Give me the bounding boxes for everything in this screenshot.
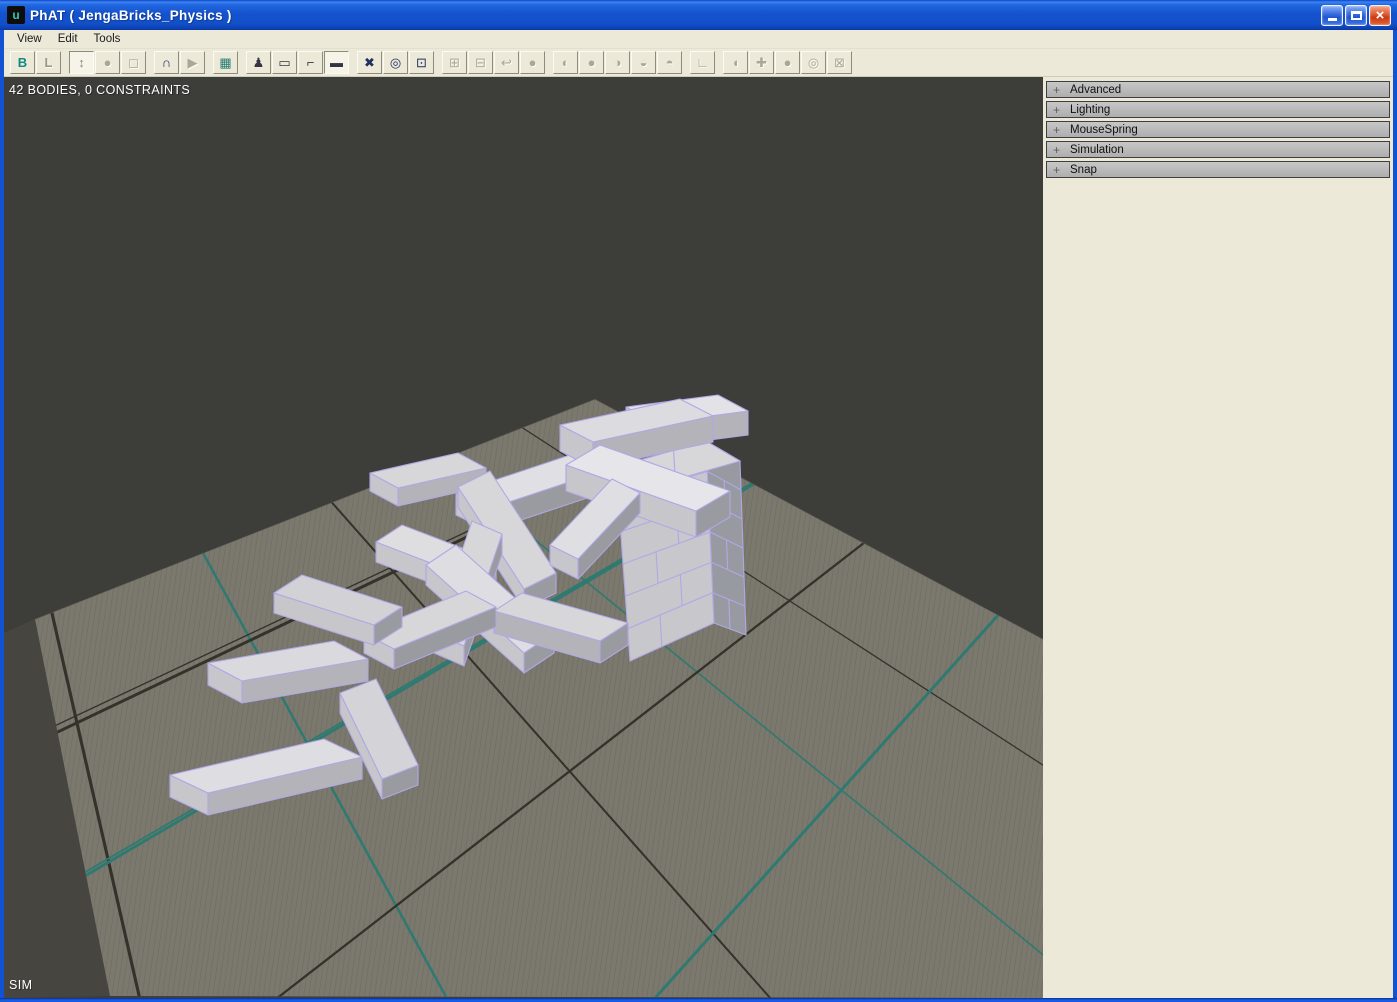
panel-section-advanced[interactable]: + Advanced xyxy=(1046,81,1390,98)
circle-bottom-button: ◒ xyxy=(631,51,656,74)
curl-arrow-button: ↩ xyxy=(494,51,519,74)
toolbar: B L ↕ ● ◻ ∩ ▶ ▦ ♟ ▭ ⌐ ▬ ✖ ◎ ⊡ ⊞ ⊟ ↩ ● ◐ ● ◑ ◒ ◓ ∟ ◖ ✚ ● ◎ ⊠ xyxy=(4,49,1393,77)
camcorder-icon: ▶ xyxy=(188,56,198,69)
filled-circle-icon: ● xyxy=(588,56,596,69)
circle-bottom-icon: ◒ xyxy=(640,56,648,69)
menu-item-tools[interactable]: Tools xyxy=(86,31,129,47)
square-target-button[interactable]: ⊡ xyxy=(409,51,434,74)
corner-box-icon: ◻ xyxy=(128,56,139,69)
half-circle-left-icon: ◐ xyxy=(562,56,570,69)
updown-arrows-icon: ↕ xyxy=(78,56,85,69)
titlebar[interactable]: u PhAT ( JengaBricks_Physics ) × xyxy=(0,0,1397,30)
panel-section-label: MouseSpring xyxy=(1070,124,1138,136)
camcorder-button: ▶ xyxy=(180,51,205,74)
crossed-box-icon: ⊠ xyxy=(834,56,845,69)
sim-mode-label: SIM xyxy=(9,978,32,992)
properties-panel: + Advanced + Lighting + MouseSpring + Simulatio… xyxy=(1043,77,1393,998)
plus-cross-icon: ✚ xyxy=(756,56,767,69)
window-title: PhAT ( JengaBricks_Physics ) xyxy=(30,8,232,23)
letter-b-icon: B xyxy=(18,56,27,69)
box-minus-icon: ⊟ xyxy=(475,56,486,69)
ring-icon: ◎ xyxy=(808,56,819,69)
expand-plus-icon[interactable]: + xyxy=(1053,104,1060,116)
expand-plus-icon[interactable]: + xyxy=(1053,164,1060,176)
half-circle-right-icon: ◑ xyxy=(614,56,622,69)
phat-window: u PhAT ( JengaBricks_Physics ) × ViewEdi… xyxy=(0,0,1397,1002)
bodies-constraints-status: 42 BODIES, 0 CONSTRAINTS xyxy=(9,83,190,97)
curl-arrow-icon: ↩ xyxy=(501,56,512,69)
letter-l-button: L xyxy=(36,51,61,74)
magnet-icon: ∩ xyxy=(162,56,171,69)
angle-corner-button: ∟ xyxy=(690,51,715,74)
textured-square-icon: ▦ xyxy=(219,56,231,69)
filled-circle-button: ● xyxy=(579,51,604,74)
blob-icon: ● xyxy=(529,56,537,69)
viewport-3d[interactable]: 42 BODIES, 0 CONSTRAINTS SIM xyxy=(4,77,1043,998)
updown-arrows-button[interactable]: ↕ xyxy=(69,51,94,74)
angle-corner-icon: ∟ xyxy=(696,56,709,69)
half-circle-left-button: ◐ xyxy=(553,51,578,74)
ring-button: ◎ xyxy=(801,51,826,74)
box-minus-button: ⊟ xyxy=(468,51,493,74)
crossed-box-button: ⊠ xyxy=(827,51,852,74)
elbow-connector-icon: ⌐ xyxy=(307,56,315,69)
flat-bar-button[interactable]: ▬ xyxy=(324,51,349,74)
person-icon: ♟ xyxy=(253,56,265,69)
square-target-icon: ⊡ xyxy=(416,56,427,69)
panel-section-label: Simulation xyxy=(1070,144,1124,156)
panel-section-lighting[interactable]: + Lighting xyxy=(1046,101,1390,118)
box-plus-icon: ⊞ xyxy=(449,56,460,69)
half-disc-button: ◖ xyxy=(723,51,748,74)
panel-section-snap[interactable]: + Snap xyxy=(1046,161,1390,178)
box-plus-button: ⊞ xyxy=(442,51,467,74)
cross-runner-icon: ✖ xyxy=(364,56,375,69)
rectangle-button[interactable]: ▭ xyxy=(272,51,297,74)
sphere-blob-icon: ● xyxy=(104,56,112,69)
corner-box-button: ◻ xyxy=(121,51,146,74)
window-bottom-border xyxy=(0,998,1397,1002)
circle-top-icon: ◓ xyxy=(666,56,674,69)
expand-plus-icon[interactable]: + xyxy=(1053,144,1060,156)
maximize-button[interactable] xyxy=(1345,5,1367,26)
minimize-button[interactable] xyxy=(1321,5,1343,26)
textured-square-button[interactable]: ▦ xyxy=(213,51,238,74)
menu-item-view[interactable]: View xyxy=(9,31,50,47)
unreal-u-logo-icon: u xyxy=(7,6,25,24)
half-circle-right-button: ◑ xyxy=(605,51,630,74)
expand-plus-icon[interactable]: + xyxy=(1053,84,1060,96)
minimize-icon xyxy=(1328,18,1337,21)
panel-section-simulation[interactable]: + Simulation xyxy=(1046,141,1390,158)
panel-section-label: Advanced xyxy=(1070,84,1121,96)
letter-l-icon: L xyxy=(45,56,53,69)
close-icon: × xyxy=(1376,8,1385,23)
panel-section-mousespring[interactable]: + MouseSpring xyxy=(1046,121,1390,138)
rectangle-icon: ▭ xyxy=(278,56,290,69)
dot-blob-icon: ● xyxy=(784,56,792,69)
blob-button: ● xyxy=(520,51,545,74)
person-button[interactable]: ♟ xyxy=(246,51,271,74)
half-disc-icon: ◖ xyxy=(732,56,740,69)
sphere-blob-button: ● xyxy=(95,51,120,74)
letter-b-button[interactable]: B xyxy=(10,51,35,74)
circle-top-button: ◓ xyxy=(657,51,682,74)
plus-cross-button: ✚ xyxy=(749,51,774,74)
close-button[interactable]: × xyxy=(1369,5,1391,26)
panel-section-label: Snap xyxy=(1070,164,1097,176)
flat-bar-icon: ▬ xyxy=(330,56,343,69)
maximize-icon xyxy=(1351,11,1362,20)
cross-runner-button[interactable]: ✖ xyxy=(357,51,382,74)
globe-button[interactable]: ◎ xyxy=(383,51,408,74)
elbow-connector-button[interactable]: ⌐ xyxy=(298,51,323,74)
dot-blob-button: ● xyxy=(775,51,800,74)
expand-plus-icon[interactable]: + xyxy=(1053,124,1060,136)
panel-section-label: Lighting xyxy=(1070,104,1110,116)
magnet-button[interactable]: ∩ xyxy=(154,51,179,74)
menu-bar: ViewEditTools xyxy=(4,30,1393,49)
globe-icon: ◎ xyxy=(390,56,401,69)
menu-item-edit[interactable]: Edit xyxy=(50,31,86,47)
